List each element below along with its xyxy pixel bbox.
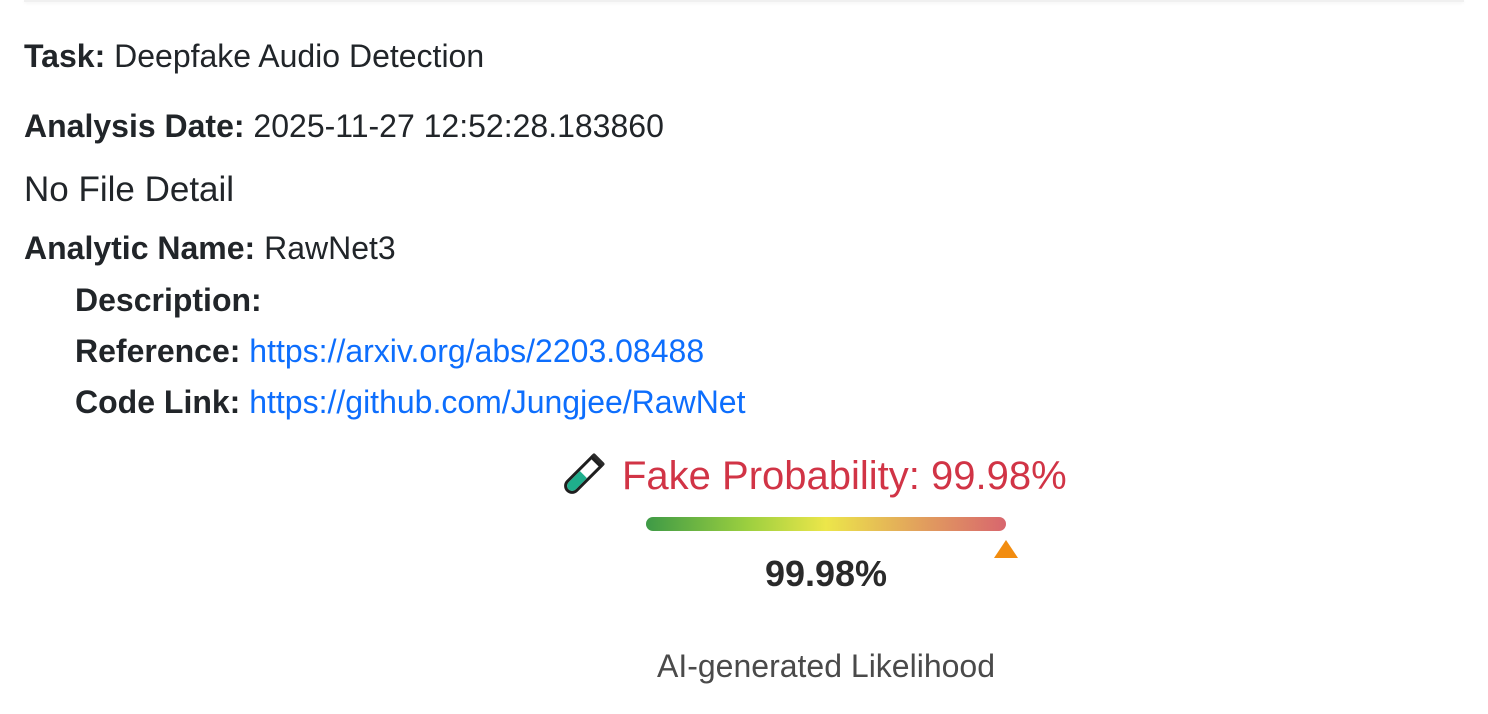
reference-label: Reference:: [75, 333, 241, 369]
reference-row: Reference: https://arxiv.org/abs/2203.08…: [75, 329, 704, 373]
reference-link[interactable]: https://arxiv.org/abs/2203.08488: [249, 333, 704, 369]
code-link[interactable]: https://github.com/Jungjee/RawNet: [249, 384, 745, 420]
probability-caption: AI-generated Likelihood: [656, 648, 995, 684]
description-row: Description:: [75, 278, 262, 322]
task-label: Task:: [24, 38, 106, 74]
fake-probability-title: Fake Probability: 99.98%: [622, 454, 1067, 498]
probability-value: 99.98%: [764, 553, 888, 594]
task-value: Deepfake Audio Detection: [114, 38, 485, 74]
code-link-row: Code Link: https://github.com/Jungjee/Ra…: [75, 380, 745, 424]
description-label: Description:: [75, 282, 262, 318]
analysis-date-row: Analysis Date: 2025-11-27 12:52:28.18386…: [24, 104, 664, 148]
fake-probability-heading: Fake Probability: 99.98%: [556, 450, 1067, 502]
analytic-name-label: Analytic Name:: [24, 230, 256, 266]
analysis-date-label: Analysis Date:: [24, 108, 245, 144]
analytic-name-row: Analytic Name: RawNet3: [24, 226, 396, 270]
analytic-name-value: RawNet3: [264, 230, 396, 266]
probability-gauge-bar: [646, 517, 1006, 531]
fake-probability-panel: Fake Probability: 99.98% 99.98% AI-gener…: [556, 450, 1116, 690]
file-detail-heading: No File Detail: [24, 170, 235, 209]
test-tube-icon: [556, 450, 608, 502]
task-row: Task: Deepfake Audio Detection: [24, 34, 484, 78]
code-link-label: Code Link:: [75, 384, 241, 420]
card-top-edge: [24, 0, 1464, 2]
analysis-date-value: 2025-11-27 12:52:28.183860: [253, 108, 664, 144]
